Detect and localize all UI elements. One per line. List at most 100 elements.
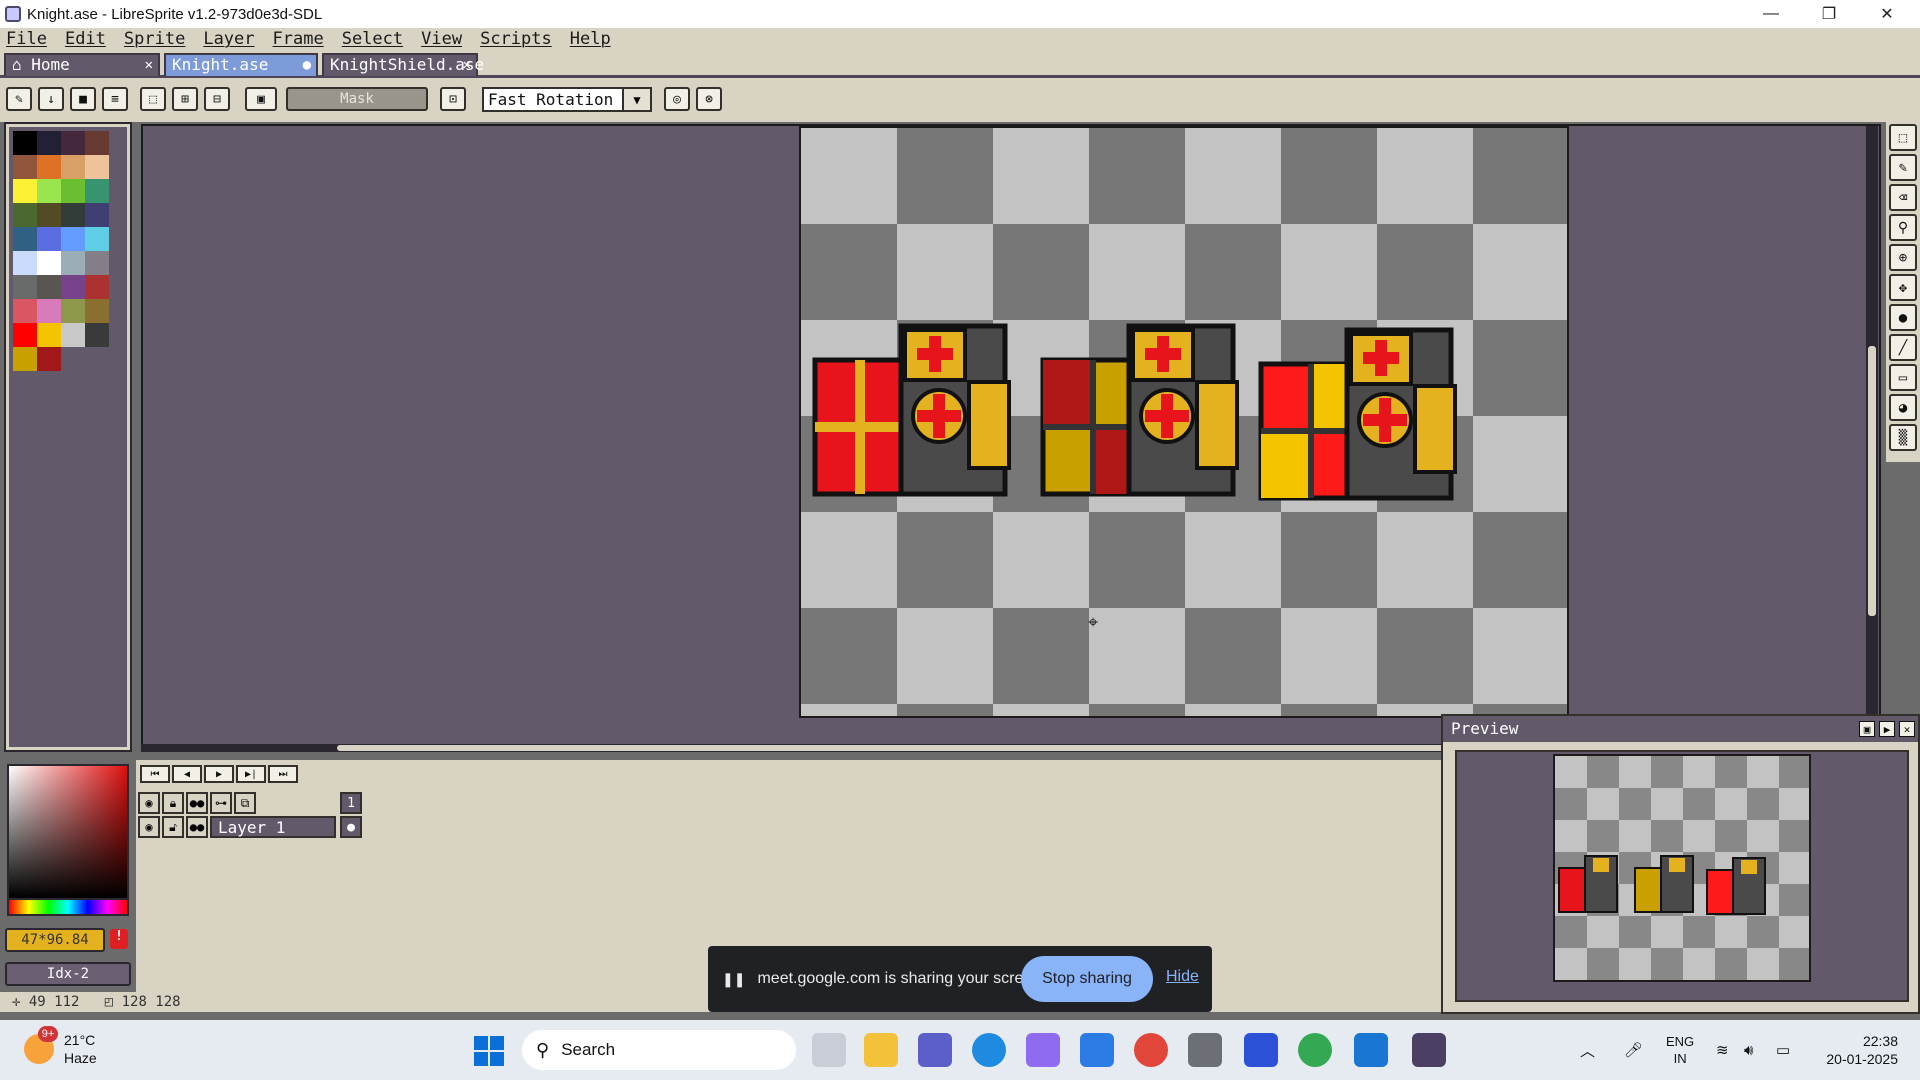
scrollbar-thumb[interactable] (1868, 346, 1876, 616)
transparent-color-icon[interactable]: ▣ (245, 87, 277, 111)
palette-swatch[interactable] (13, 251, 37, 275)
palette-swatch[interactable] (61, 131, 85, 155)
menu-frame[interactable]: Frame (273, 29, 324, 49)
close-window-button[interactable]: ✕ (1858, 0, 1916, 28)
onion-skin-icon[interactable]: ⧉ (234, 792, 256, 814)
last-frame-icon[interactable]: ⏭ (268, 765, 298, 783)
cancel-transform-icon[interactable]: ⊗ (696, 87, 722, 111)
tab-close-icon[interactable]: ✕ (145, 55, 153, 75)
palette-swatch[interactable] (61, 251, 85, 275)
eraser-tool-icon[interactable]: ⌫ (1889, 184, 1917, 211)
palette-swatch[interactable] (61, 203, 85, 227)
stop-sharing-button[interactable]: Stop sharing (1021, 956, 1153, 1002)
menu-layer[interactable]: Layer (203, 29, 254, 49)
selection-add-icon[interactable]: ⊞ (172, 87, 198, 111)
marquee-tool-icon[interactable]: ⬚ (1889, 124, 1917, 151)
store-icon[interactable] (1080, 1033, 1114, 1067)
sprite-canvas[interactable] (799, 126, 1569, 718)
unity-icon[interactable] (1188, 1033, 1222, 1067)
weather-widget[interactable]: 21°C Haze (64, 1031, 97, 1067)
link-icon[interactable]: ⊶ (210, 792, 232, 814)
palette-swatch[interactable] (13, 203, 37, 227)
hue-slider[interactable] (7, 898, 129, 916)
palette-swatch[interactable] (13, 179, 37, 203)
mask-color-button[interactable]: Mask (286, 87, 428, 111)
vertical-scrollbar[interactable] (1866, 126, 1878, 748)
scrollbar-thumb[interactable] (337, 745, 1587, 751)
palette-swatch[interactable] (13, 323, 37, 347)
menu-sprite[interactable]: Sprite (124, 29, 185, 49)
taskbar-search[interactable]: ⚲ Search (522, 1030, 796, 1070)
palette-swatch[interactable] (37, 179, 61, 203)
continuous-icon[interactable]: ●● (186, 792, 208, 814)
menu-select[interactable]: Select (342, 29, 403, 49)
palette-swatch[interactable] (37, 299, 61, 323)
vscode-icon[interactable] (1354, 1033, 1388, 1067)
play-icon[interactable]: ▶ (204, 765, 234, 783)
layer-visibility-icon[interactable]: ◉ (138, 816, 160, 838)
palette-swatch[interactable] (37, 251, 61, 275)
eyedropper-tool-icon[interactable]: ⚲ (1889, 214, 1917, 241)
palette-swatch[interactable] (37, 131, 61, 155)
file-explorer-icon[interactable] (864, 1033, 898, 1067)
layer-name[interactable]: Layer 1 (210, 816, 336, 838)
palette-swatch[interactable] (85, 323, 109, 347)
preview-close-icon[interactable]: ✕ (1899, 721, 1915, 737)
layer-lock-icon[interactable]: 🔓︎ (162, 816, 184, 838)
cel-filled-icon[interactable]: ● (340, 816, 362, 838)
teams-icon[interactable] (918, 1033, 952, 1067)
palette-swatch[interactable] (85, 299, 109, 323)
lines-icon[interactable]: ≡ (102, 87, 128, 111)
palette-swatch[interactable] (61, 323, 85, 347)
pencil-mode-icon[interactable]: ✎ (6, 87, 32, 111)
app-m-icon[interactable] (1244, 1033, 1278, 1067)
chrome-profile-icon[interactable] (1298, 1033, 1332, 1067)
palette-swatch[interactable] (61, 227, 85, 251)
language-indicator[interactable]: ENG IN (1666, 1020, 1694, 1080)
palette-swatch[interactable] (13, 155, 37, 179)
palette-swatch[interactable] (61, 155, 85, 179)
blur-tool-icon[interactable]: ▒ (1889, 424, 1917, 451)
menu-file[interactable]: File (6, 29, 47, 49)
lock-icon[interactable]: 🔒︎ (162, 792, 184, 814)
palette-swatch[interactable] (37, 323, 61, 347)
layer-row[interactable]: ◉ 🔓︎ ●● Layer 1 ● (136, 816, 1446, 838)
volume-icon[interactable]: 🔊︎ (1744, 1020, 1753, 1080)
palette-swatch[interactable] (13, 227, 37, 251)
menu-edit[interactable]: Edit (65, 29, 106, 49)
palette-swatch[interactable] (37, 347, 61, 371)
arrow-down-icon[interactable]: ↓ (38, 87, 64, 111)
palette-swatch[interactable] (13, 275, 37, 299)
palette-swatch[interactable] (13, 347, 37, 371)
tab-home[interactable]: ⌂ Home ✕ (4, 53, 160, 76)
previous-frame-icon[interactable]: ◀ (172, 765, 202, 783)
drop-pixels-icon[interactable]: ◎ (664, 87, 690, 111)
preview-area[interactable] (1455, 750, 1909, 1002)
chrome-icon[interactable] (1134, 1033, 1168, 1067)
palette-swatch[interactable] (13, 299, 37, 323)
tab-modified-icon[interactable]: ● (303, 55, 311, 75)
palette-swatch[interactable] (37, 275, 61, 299)
menu-scripts[interactable]: Scripts (480, 29, 552, 49)
libresprite-taskbar-icon[interactable] (1412, 1033, 1446, 1067)
zoom-tool-icon[interactable]: ⊕ (1889, 244, 1917, 271)
palette-swatch[interactable] (85, 179, 109, 203)
preview-expand-icon[interactable]: ▣ (1859, 721, 1875, 737)
layer-continuous-icon[interactable]: ●● (186, 816, 208, 838)
foreground-color-field[interactable]: 47*96.84 (5, 928, 105, 952)
minimize-button[interactable]: — (1742, 0, 1800, 28)
edge-icon[interactable] (972, 1033, 1006, 1067)
line-tool-icon[interactable]: ╱ (1889, 334, 1917, 361)
color-spectrum[interactable] (7, 764, 129, 900)
hide-banner-link[interactable]: Hide (1166, 968, 1199, 986)
tab-knight[interactable]: Knight.ase ● (164, 53, 318, 76)
selection-replace-icon[interactable]: ⬚ (140, 87, 166, 111)
clock[interactable]: 22:38 20-01-2025 (1816, 1032, 1898, 1068)
move-tool-icon[interactable]: ✥ (1889, 274, 1917, 301)
palette-swatch[interactable] (61, 299, 85, 323)
eye-icon[interactable]: ◉ (138, 792, 160, 814)
selection-subtract-icon[interactable]: ⊟ (204, 87, 230, 111)
contour-tool-icon[interactable]: ◕ (1889, 394, 1917, 421)
microphone-icon[interactable]: 🎤︎ (1624, 1020, 1643, 1080)
start-icon[interactable] (474, 1036, 504, 1066)
